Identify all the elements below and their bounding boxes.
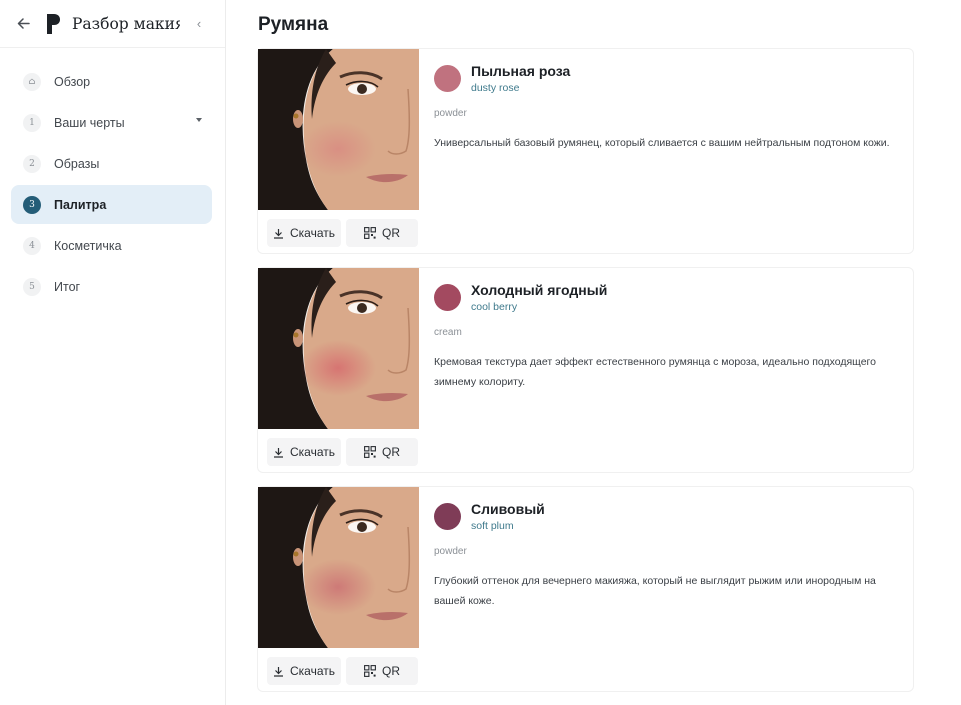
sidebar-item-cosmetics[interactable]: 4 Косметичка	[11, 226, 212, 265]
qr-code-icon	[364, 446, 376, 458]
download-icon	[274, 447, 283, 458]
step-number: 4	[23, 236, 41, 255]
download-label: Скачать	[290, 664, 335, 678]
sidebar-item-looks[interactable]: 2 Образы	[11, 144, 212, 183]
shade-english-name: soft plum	[471, 520, 514, 532]
sidebar-item-label: Образы	[54, 156, 100, 171]
sidebar-item-summary[interactable]: 5 Итог	[11, 267, 212, 306]
home-icon: ⌂	[23, 72, 41, 91]
step-number: 2	[23, 154, 41, 173]
sidebar-item-label: Косметичка	[54, 238, 122, 253]
qr-button[interactable]: QR	[346, 438, 418, 466]
download-button[interactable]: Скачать	[267, 657, 341, 685]
blush-card: Скачать QR Холодный ягодный cool berry c…	[257, 267, 914, 473]
qr-code-icon	[364, 227, 376, 239]
sidebar-item-palette[interactable]: 3 Палитра	[11, 185, 212, 224]
step-number: 1	[23, 113, 41, 132]
back-arrow-icon[interactable]	[14, 15, 32, 33]
step-number: 5	[23, 277, 41, 296]
qr-code-icon	[364, 665, 376, 677]
color-swatch	[434, 284, 461, 311]
face-photo	[258, 268, 419, 429]
texture-label: powder	[434, 546, 467, 557]
sidebar-item-label: Итог	[54, 279, 81, 294]
shade-description: Кремовая текстура дает эффект естественн…	[434, 356, 876, 388]
sidebar-item-label: Обзор	[54, 74, 91, 89]
sidebar-item-overview[interactable]: ⌂ Обзор	[11, 62, 212, 101]
app-logo-icon	[44, 13, 62, 35]
qr-button[interactable]: QR	[346, 657, 418, 685]
download-button[interactable]: Скачать	[267, 219, 341, 247]
download-button[interactable]: Скачать	[267, 438, 341, 466]
face-photo	[258, 487, 419, 648]
app-title: Разбор макия...	[72, 14, 180, 33]
download-label: Скачать	[290, 226, 335, 240]
sidebar-item-label: Ваши черты	[54, 115, 125, 130]
texture-label: cream	[434, 327, 462, 338]
qr-label: QR	[382, 226, 400, 240]
sidebar-header: Разбор макия... ‹	[0, 0, 225, 48]
color-swatch	[434, 503, 461, 530]
shade-name: Сливовый	[471, 501, 545, 517]
step-number: 3	[23, 195, 41, 214]
shade-name: Холодный ягодный	[471, 282, 608, 298]
sidebar: Разбор макия... ‹ ⌂ Обзор 1 Ваши черты 2…	[0, 0, 226, 705]
caret-down-icon[interactable]	[196, 118, 202, 122]
page-title: Румяна	[258, 14, 329, 35]
blush-card: Скачать QR Пыльная роза dusty rose powde…	[257, 48, 914, 254]
download-icon	[274, 666, 283, 677]
download-icon	[274, 228, 283, 239]
shade-english-name: cool berry	[471, 301, 518, 313]
main-content: Румяна Скачать QR Пыльная роза dusty ros…	[226, 0, 961, 705]
sidebar-item-features[interactable]: 1 Ваши черты	[11, 103, 212, 142]
shade-description: Универсальный базовый румянец, который с…	[434, 137, 890, 149]
texture-label: powder	[434, 108, 467, 119]
sidebar-item-label: Палитра	[54, 197, 107, 212]
qr-label: QR	[382, 664, 400, 678]
qr-button[interactable]: QR	[346, 219, 418, 247]
face-photo	[258, 49, 419, 210]
shade-name: Пыльная роза	[471, 63, 571, 79]
color-swatch	[434, 65, 461, 92]
collapse-sidebar-icon[interactable]: ‹	[192, 16, 206, 31]
download-label: Скачать	[290, 445, 335, 459]
qr-label: QR	[382, 445, 400, 459]
sidebar-nav: ⌂ Обзор 1 Ваши черты 2 Образы 3 Палитра …	[0, 48, 225, 306]
shade-description: Глубокий оттенок для вечернего макияжа, …	[434, 575, 876, 607]
shade-english-name: dusty rose	[471, 82, 520, 94]
blush-card: Скачать QR Сливовый soft plum powder Глу…	[257, 486, 914, 692]
